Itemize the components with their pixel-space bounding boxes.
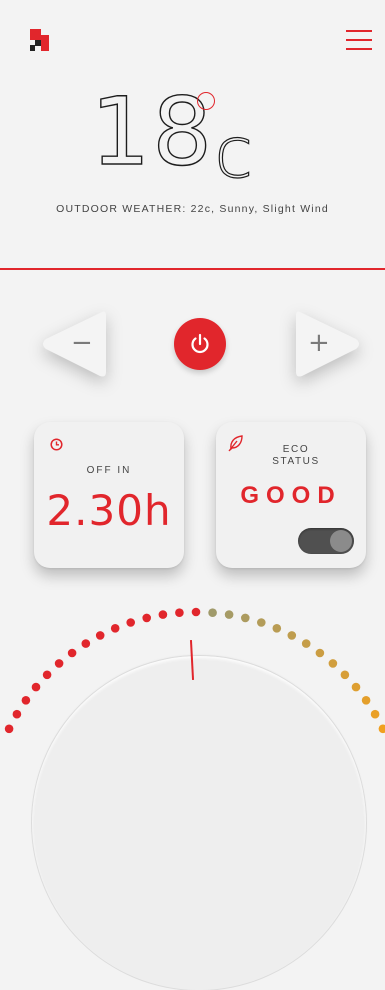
dial-dot [241, 613, 250, 623]
toggle-knob [330, 530, 352, 552]
dial-dot [361, 696, 371, 705]
dial-dot [328, 659, 338, 668]
timer-card[interactable]: OFF IN 2.30h [34, 422, 184, 568]
dial-dot [378, 724, 385, 734]
dial-dot [208, 608, 217, 617]
degree-symbol [196, 92, 215, 110]
dial-dot [81, 639, 91, 648]
eco-status-value: GOOD [240, 482, 342, 509]
temperature-unit: c [214, 111, 254, 194]
timer-label: OFF IN [86, 465, 132, 476]
dial-dot [4, 724, 14, 734]
power-icon [191, 333, 209, 354]
dial-dot [54, 659, 64, 668]
dial-dot [340, 670, 350, 680]
dial-dot [287, 631, 297, 640]
power-button[interactable] [174, 318, 226, 370]
dial-dot [175, 608, 184, 617]
dial-dot [110, 624, 120, 633]
dial-dot [272, 624, 282, 633]
dial-dot [370, 709, 380, 719]
brand-logo-icon [30, 29, 52, 51]
current-temperature: 18 c [0, 77, 385, 194]
eco-label-line2: STATUS [272, 456, 320, 467]
dial-dot [224, 610, 234, 619]
dial-dot [67, 648, 77, 658]
eco-status-card: ECO STATUS GOOD [216, 422, 366, 568]
dial-dot [158, 610, 168, 619]
minus-icon: − [71, 328, 93, 358]
temperature-dial[interactable] [32, 656, 366, 990]
eco-status-label: ECO STATUS [246, 444, 346, 468]
eco-toggle[interactable] [298, 528, 354, 554]
eco-label-line1: ECO [282, 444, 310, 455]
outdoor-weather: OUTDOOR WEATHER: 22c, Sunny, Slight Wind [56, 203, 329, 215]
dial-dot [315, 648, 325, 658]
clock-icon [50, 438, 63, 451]
plus-icon: + [308, 328, 330, 358]
dial-dot [142, 613, 151, 623]
hamburger-menu-icon[interactable] [346, 29, 372, 51]
leaf-icon [228, 435, 243, 452]
dial-dot [12, 709, 22, 719]
header-divider [0, 268, 385, 270]
dial-dot [351, 682, 361, 692]
timer-value: 2.30h [46, 486, 172, 535]
decrease-temperature-button[interactable]: − [36, 306, 112, 382]
dial-dot [301, 639, 311, 648]
temperature-value: 18 [90, 77, 215, 187]
dial-dot [31, 682, 41, 692]
dial-dot [95, 631, 105, 640]
dial-dot [21, 696, 31, 705]
dial-dot [257, 618, 266, 627]
dial-dot [42, 670, 52, 680]
increase-temperature-button[interactable]: + [290, 306, 366, 382]
dial-dot [191, 607, 201, 617]
dial-dot [126, 618, 135, 627]
